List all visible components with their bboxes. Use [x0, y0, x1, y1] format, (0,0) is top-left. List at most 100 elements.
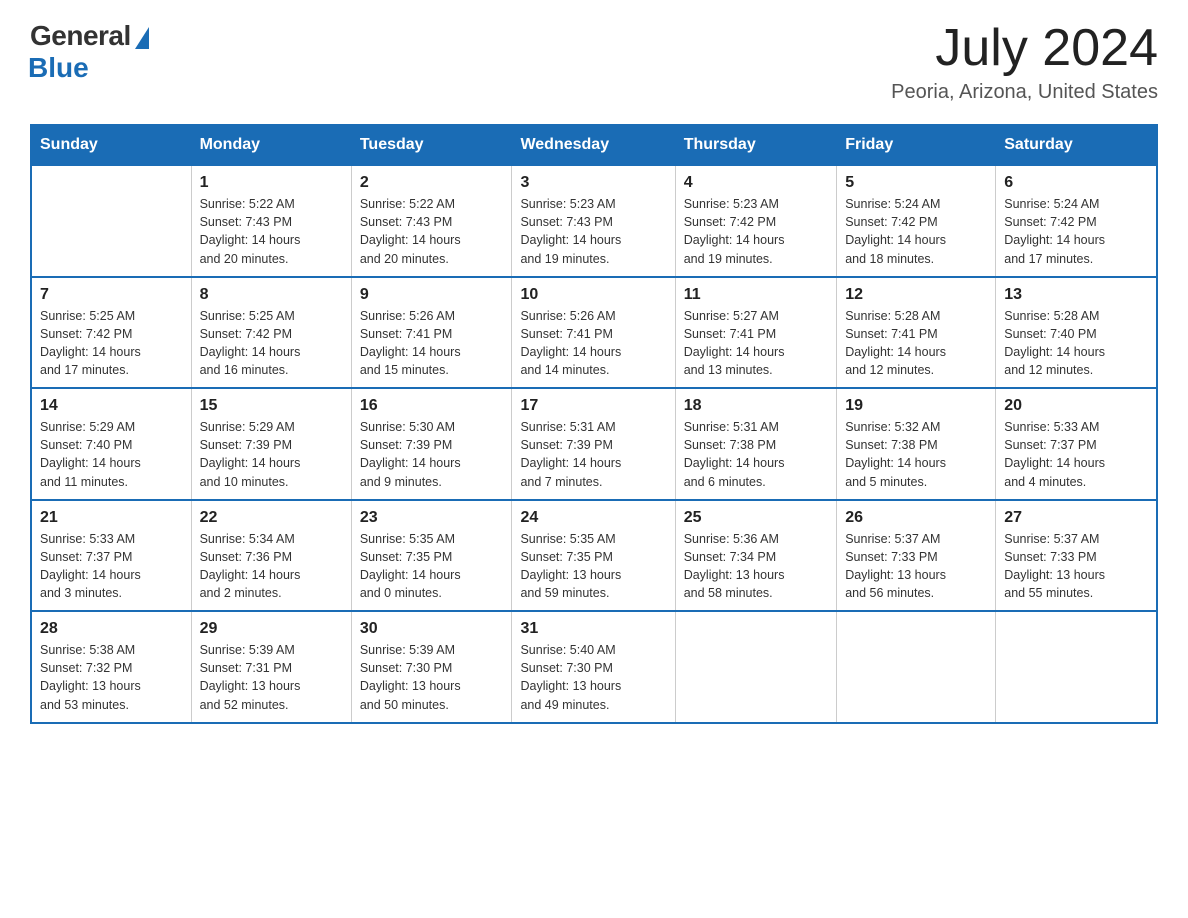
- calendar-day-cell: 1 Sunrise: 5:22 AM Sunset: 7:43 PM Daylig…: [191, 165, 351, 277]
- day-number: 20: [1004, 397, 1148, 415]
- day-number: 4: [684, 174, 829, 192]
- day-number: 13: [1004, 286, 1148, 304]
- day-number: 17: [520, 397, 666, 415]
- day-number: 8: [200, 286, 343, 304]
- calendar-day-cell: 14 Sunrise: 5:29 AM Sunset: 7:40 PM Dayli…: [31, 388, 191, 500]
- calendar-day-cell: 17 Sunrise: 5:31 AM Sunset: 7:39 PM Dayli…: [512, 388, 675, 500]
- calendar-day-cell: [996, 611, 1157, 723]
- day-info: Sunrise: 5:31 AM Sunset: 7:39 PM Dayligh…: [520, 418, 666, 491]
- day-info: Sunrise: 5:39 AM Sunset: 7:30 PM Dayligh…: [360, 641, 504, 714]
- calendar-table: SundayMondayTuesdayWednesdayThursdayFrid…: [30, 124, 1158, 724]
- calendar-week-row: 1 Sunrise: 5:22 AM Sunset: 7:43 PM Daylig…: [31, 165, 1157, 277]
- day-number: 7: [40, 286, 183, 304]
- calendar-day-cell: 12 Sunrise: 5:28 AM Sunset: 7:41 PM Dayli…: [837, 277, 996, 389]
- calendar-day-cell: 5 Sunrise: 5:24 AM Sunset: 7:42 PM Daylig…: [837, 165, 996, 277]
- calendar-day-cell: 16Sunrise: 5:30 AM Sunset: 7:39 PM Dayli…: [351, 388, 512, 500]
- calendar-day-cell: 18Sunrise: 5:31 AM Sunset: 7:38 PM Dayli…: [675, 388, 837, 500]
- day-number: 1: [200, 174, 343, 192]
- calendar-day-cell: 2 Sunrise: 5:22 AM Sunset: 7:43 PM Daylig…: [351, 165, 512, 277]
- day-info: Sunrise: 5:30 AM Sunset: 7:39 PM Dayligh…: [360, 418, 504, 491]
- calendar-week-row: 28 Sunrise: 5:38 AM Sunset: 7:32 PM Dayli…: [31, 611, 1157, 723]
- day-number: 11: [684, 286, 829, 304]
- day-info: Sunrise: 5:25 AM Sunset: 7:42 PM Dayligh…: [40, 307, 183, 380]
- day-info: Sunrise: 5:29 AM Sunset: 7:40 PM Dayligh…: [40, 418, 183, 491]
- day-info: Sunrise: 5:23 AM Sunset: 7:42 PM Dayligh…: [684, 195, 829, 268]
- day-info: Sunrise: 5:27 AM Sunset: 7:41 PM Dayligh…: [684, 307, 829, 380]
- calendar-day-cell: [31, 165, 191, 277]
- day-number: 28: [40, 620, 183, 638]
- day-info: Sunrise: 5:29 AM Sunset: 7:39 PM Dayligh…: [200, 418, 343, 491]
- day-number: 2: [360, 174, 504, 192]
- calendar-day-cell: 25Sunrise: 5:36 AM Sunset: 7:34 PM Dayli…: [675, 500, 837, 612]
- day-info: Sunrise: 5:28 AM Sunset: 7:40 PM Dayligh…: [1004, 307, 1148, 380]
- calendar-day-cell: 21Sunrise: 5:33 AM Sunset: 7:37 PM Dayli…: [31, 500, 191, 612]
- day-info: Sunrise: 5:22 AM Sunset: 7:43 PM Dayligh…: [200, 195, 343, 268]
- day-number: 12: [845, 286, 987, 304]
- day-number: 31: [520, 620, 666, 638]
- day-info: Sunrise: 5:23 AM Sunset: 7:43 PM Dayligh…: [520, 195, 666, 268]
- day-number: 26: [845, 509, 987, 527]
- day-number: 5: [845, 174, 987, 192]
- calendar-day-cell: 30 Sunrise: 5:39 AM Sunset: 7:30 PM Dayli…: [351, 611, 512, 723]
- day-info: Sunrise: 5:38 AM Sunset: 7:32 PM Dayligh…: [40, 641, 183, 714]
- page-header: General Blue July 2024 Peoria, Arizona, …: [30, 20, 1158, 104]
- day-number: 3: [520, 174, 666, 192]
- day-number: 25: [684, 509, 829, 527]
- logo-blue-text: Blue: [28, 52, 89, 84]
- calendar-day-cell: 23Sunrise: 5:35 AM Sunset: 7:35 PM Dayli…: [351, 500, 512, 612]
- day-info: Sunrise: 5:35 AM Sunset: 7:35 PM Dayligh…: [520, 530, 666, 603]
- calendar-header-row: SundayMondayTuesdayWednesdayThursdayFrid…: [31, 125, 1157, 165]
- day-number: 10: [520, 286, 666, 304]
- day-of-week-header: Wednesday: [512, 125, 675, 165]
- calendar-day-cell: 19 Sunrise: 5:32 AM Sunset: 7:38 PM Dayli…: [837, 388, 996, 500]
- day-info: Sunrise: 5:33 AM Sunset: 7:37 PM Dayligh…: [1004, 418, 1148, 491]
- day-info: Sunrise: 5:28 AM Sunset: 7:41 PM Dayligh…: [845, 307, 987, 380]
- day-of-week-header: Saturday: [996, 125, 1157, 165]
- day-of-week-header: Sunday: [31, 125, 191, 165]
- day-number: 9: [360, 286, 504, 304]
- day-of-week-header: Friday: [837, 125, 996, 165]
- day-number: 29: [200, 620, 343, 638]
- day-info: Sunrise: 5:33 AM Sunset: 7:37 PM Dayligh…: [40, 530, 183, 603]
- day-number: 27: [1004, 509, 1148, 527]
- day-info: Sunrise: 5:25 AM Sunset: 7:42 PM Dayligh…: [200, 307, 343, 380]
- calendar-day-cell: 27Sunrise: 5:37 AM Sunset: 7:33 PM Dayli…: [996, 500, 1157, 612]
- day-info: Sunrise: 5:24 AM Sunset: 7:42 PM Dayligh…: [1004, 195, 1148, 268]
- month-year-title: July 2024: [891, 20, 1158, 77]
- day-info: Sunrise: 5:40 AM Sunset: 7:30 PM Dayligh…: [520, 641, 666, 714]
- day-info: Sunrise: 5:24 AM Sunset: 7:42 PM Dayligh…: [845, 195, 987, 268]
- day-info: Sunrise: 5:22 AM Sunset: 7:43 PM Dayligh…: [360, 195, 504, 268]
- day-info: Sunrise: 5:39 AM Sunset: 7:31 PM Dayligh…: [200, 641, 343, 714]
- logo-triangle-icon: [135, 27, 149, 49]
- calendar-day-cell: 13 Sunrise: 5:28 AM Sunset: 7:40 PM Dayli…: [996, 277, 1157, 389]
- calendar-day-cell: 24 Sunrise: 5:35 AM Sunset: 7:35 PM Dayli…: [512, 500, 675, 612]
- day-number: 23: [360, 509, 504, 527]
- location-subtitle: Peoria, Arizona, United States: [891, 81, 1158, 104]
- day-number: 6: [1004, 174, 1148, 192]
- day-info: Sunrise: 5:26 AM Sunset: 7:41 PM Dayligh…: [520, 307, 666, 380]
- calendar-day-cell: 4 Sunrise: 5:23 AM Sunset: 7:42 PM Daylig…: [675, 165, 837, 277]
- day-info: Sunrise: 5:34 AM Sunset: 7:36 PM Dayligh…: [200, 530, 343, 603]
- calendar-day-cell: 10 Sunrise: 5:26 AM Sunset: 7:41 PM Dayli…: [512, 277, 675, 389]
- calendar-day-cell: 8 Sunrise: 5:25 AM Sunset: 7:42 PM Daylig…: [191, 277, 351, 389]
- calendar-day-cell: 3 Sunrise: 5:23 AM Sunset: 7:43 PM Daylig…: [512, 165, 675, 277]
- day-number: 19: [845, 397, 987, 415]
- title-section: July 2024 Peoria, Arizona, United States: [891, 20, 1158, 104]
- day-of-week-header: Thursday: [675, 125, 837, 165]
- calendar-week-row: 7 Sunrise: 5:25 AM Sunset: 7:42 PM Daylig…: [31, 277, 1157, 389]
- logo: General Blue: [30, 20, 149, 84]
- calendar-day-cell: 29 Sunrise: 5:39 AM Sunset: 7:31 PM Dayli…: [191, 611, 351, 723]
- calendar-day-cell: 28 Sunrise: 5:38 AM Sunset: 7:32 PM Dayli…: [31, 611, 191, 723]
- day-number: 24: [520, 509, 666, 527]
- calendar-day-cell: 6 Sunrise: 5:24 AM Sunset: 7:42 PM Daylig…: [996, 165, 1157, 277]
- day-number: 14: [40, 397, 183, 415]
- day-info: Sunrise: 5:32 AM Sunset: 7:38 PM Dayligh…: [845, 418, 987, 491]
- calendar-week-row: 21Sunrise: 5:33 AM Sunset: 7:37 PM Dayli…: [31, 500, 1157, 612]
- calendar-day-cell: 20 Sunrise: 5:33 AM Sunset: 7:37 PM Dayli…: [996, 388, 1157, 500]
- calendar-day-cell: 22Sunrise: 5:34 AM Sunset: 7:36 PM Dayli…: [191, 500, 351, 612]
- day-of-week-header: Tuesday: [351, 125, 512, 165]
- day-number: 30: [360, 620, 504, 638]
- calendar-day-cell: 26Sunrise: 5:37 AM Sunset: 7:33 PM Dayli…: [837, 500, 996, 612]
- calendar-day-cell: 9Sunrise: 5:26 AM Sunset: 7:41 PM Daylig…: [351, 277, 512, 389]
- calendar-day-cell: 31 Sunrise: 5:40 AM Sunset: 7:30 PM Dayli…: [512, 611, 675, 723]
